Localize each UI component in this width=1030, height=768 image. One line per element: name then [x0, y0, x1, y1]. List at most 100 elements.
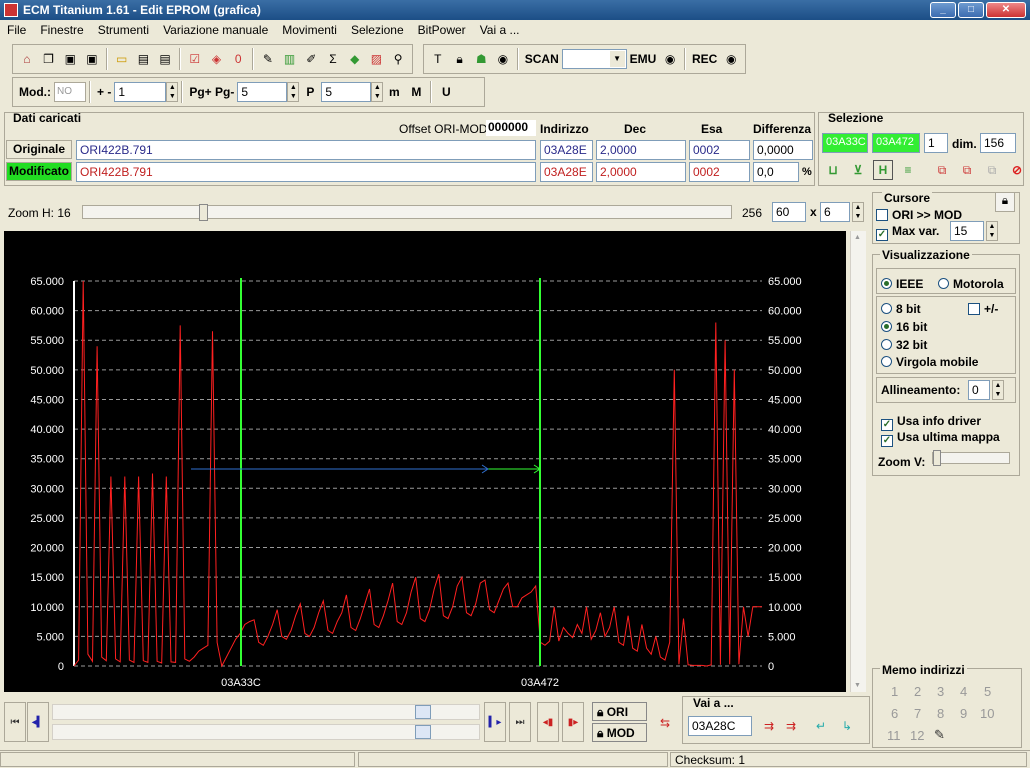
- original-hex[interactable]: 0002: [689, 140, 750, 160]
- maxvar-input[interactable]: 15: [950, 221, 984, 241]
- chart-vertical-scrollbar[interactable]: ▲ ▼: [850, 231, 866, 692]
- float-radio[interactable]: Virgola mobile: [881, 355, 978, 369]
- menu-movimenti[interactable]: Movimenti: [275, 23, 344, 37]
- M-icon[interactable]: M: [406, 82, 426, 102]
- zoom-h-slider[interactable]: [82, 204, 732, 221]
- maxvar-spinner[interactable]: ▲ ▼: [986, 221, 998, 241]
- open-folder-icon[interactable]: ▭: [112, 49, 132, 69]
- memo-slot[interactable]: 12: [910, 728, 924, 743]
- memo-slot[interactable]: 7: [914, 706, 921, 721]
- zoom-h-thumb[interactable]: [199, 204, 208, 221]
- step-spinner[interactable]: ▲ ▼: [166, 82, 179, 102]
- compare-icon[interactable]: ◈: [207, 49, 227, 69]
- swap-icon[interactable]: ⇆: [655, 713, 675, 733]
- menu-strumenti[interactable]: Strumenti: [91, 23, 156, 37]
- save-file-icon[interactable]: ▤: [134, 49, 154, 69]
- scroll-down-icon[interactable]: ▼: [854, 682, 861, 689]
- p-spinner[interactable]: ▲ ▼: [371, 82, 384, 102]
- windows-icon[interactable]: ❐: [39, 49, 59, 69]
- scan-select[interactable]: ▼: [561, 49, 627, 69]
- mod-field[interactable]: NO: [54, 82, 86, 102]
- save-mod-icon[interactable]: ▤: [155, 49, 175, 69]
- step-input[interactable]: 1: [114, 82, 167, 102]
- memo-slot[interactable]: 4: [960, 684, 967, 699]
- zoom-w-input[interactable]: 60: [772, 202, 806, 222]
- m-icon[interactable]: m: [384, 82, 404, 102]
- fine-thumb[interactable]: [415, 725, 431, 739]
- eprom-chart[interactable]: 0 0 5.000 5.000 10.000 10.000 15.000 15.000 20.0…: [4, 231, 846, 692]
- maxvar-checkbox[interactable]: ✓ Max var.: [876, 224, 939, 241]
- goto-mod-icon[interactable]: ⇉: [781, 716, 801, 736]
- text-icon[interactable]: T: [428, 49, 448, 69]
- zoom-v-slider[interactable]: [932, 450, 1010, 466]
- goto-input[interactable]: 03A28C: [688, 716, 752, 736]
- checklist-icon[interactable]: ☑: [185, 49, 205, 69]
- motorola-radio[interactable]: Motorola: [938, 277, 1004, 291]
- position-scrollbar[interactable]: [52, 704, 480, 720]
- menu-variazione-manuale[interactable]: Variazione manuale: [156, 23, 275, 37]
- memo-slot[interactable]: 9: [960, 706, 967, 721]
- search-icon[interactable]: ⚲: [388, 49, 408, 69]
- memo-slot[interactable]: 6: [891, 706, 898, 721]
- memo-slot[interactable]: 11: [887, 728, 901, 743]
- save-icon[interactable]: ▣: [60, 49, 80, 69]
- bit8-radio[interactable]: 8 bit: [881, 302, 921, 316]
- last-button[interactable]: ⏭: [509, 702, 531, 742]
- zoom-v-thumb[interactable]: [933, 450, 941, 466]
- prev-diff-button[interactable]: ◂▮: [537, 702, 559, 742]
- memo-forward-icon[interactable]: ↳: [837, 716, 857, 736]
- p-icon[interactable]: P: [300, 82, 320, 102]
- lastmap-checkbox[interactable]: ✓ Usa ultima mappa: [881, 430, 1000, 447]
- u-icon[interactable]: U: [436, 82, 456, 102]
- chart-svg[interactable]: 0 0 5.000 5.000 10.000 10.000 15.000 15.000 20.0…: [4, 231, 846, 692]
- maximize-button[interactable]: □: [958, 2, 984, 18]
- color-map-icon[interactable]: ◆: [345, 49, 365, 69]
- zero-icon[interactable]: 0: [228, 49, 248, 69]
- dim-input[interactable]: 156: [980, 133, 1016, 153]
- memo-slot[interactable]: 8: [937, 706, 944, 721]
- memo-slot[interactable]: 3: [937, 684, 944, 699]
- modified-file[interactable]: ORI422B.791: [76, 162, 536, 182]
- select-diff-icon[interactable]: ⊻: [848, 160, 868, 180]
- menu-file[interactable]: File: [0, 23, 33, 37]
- menu-selezione[interactable]: Selezione: [344, 23, 411, 37]
- zoom-h-input[interactable]: 6: [820, 202, 850, 222]
- first-button[interactable]: ⏮: [4, 702, 26, 742]
- copy-icon[interactable]: ⧉: [932, 160, 952, 180]
- memo-slot[interactable]: 1: [891, 684, 898, 699]
- copy-mod-icon[interactable]: ⧉: [957, 160, 977, 180]
- graph-icon[interactable]: ▨: [367, 49, 387, 69]
- position-thumb[interactable]: [415, 705, 431, 719]
- modified-dec[interactable]: 2,0000: [596, 162, 686, 182]
- runner-icon[interactable]: ☗: [471, 49, 491, 69]
- menu-finestre[interactable]: Finestre: [33, 23, 90, 37]
- sum-icon[interactable]: Σ: [323, 49, 343, 69]
- selection-start[interactable]: 03A33C: [822, 133, 868, 153]
- emu-dot-icon[interactable]: ◉: [660, 49, 680, 69]
- memo-slot[interactable]: 10: [980, 706, 994, 721]
- memo-back-icon[interactable]: ↵: [811, 716, 831, 736]
- original-file[interactable]: ORI422B.791: [76, 140, 536, 160]
- mod-button[interactable]: 🔒︎ MOD: [592, 723, 647, 742]
- goto-ori-icon[interactable]: ⇉: [759, 716, 779, 736]
- p-input[interactable]: 5: [321, 82, 372, 102]
- select-h-icon[interactable]: H: [873, 160, 893, 180]
- selection-count[interactable]: 1: [924, 133, 948, 153]
- next-diff-button[interactable]: ▮▸: [562, 702, 584, 742]
- zoom-h-spinner[interactable]: ▲ ▼: [852, 202, 864, 222]
- select-e-icon[interactable]: ≡: [898, 160, 918, 180]
- stop-icon[interactable]: ⊘: [1007, 160, 1027, 180]
- modified-diff[interactable]: 0,0: [753, 162, 799, 182]
- save-as-icon[interactable]: ▣: [82, 49, 102, 69]
- ori-button[interactable]: 🔒︎ ORI: [592, 702, 647, 721]
- align-input[interactable]: 0: [968, 380, 990, 400]
- align-spinner[interactable]: ▲ ▼: [992, 380, 1004, 400]
- pg-input[interactable]: 5: [237, 82, 288, 102]
- close-button[interactable]: ✕: [986, 2, 1026, 18]
- original-diff[interactable]: 0,0000: [753, 140, 813, 160]
- lock-cursor-icon[interactable]: 🔒︎: [995, 192, 1015, 212]
- rec-dot-icon[interactable]: ◉: [721, 49, 741, 69]
- select-range-icon[interactable]: ⊔: [823, 160, 843, 180]
- copy-disabled-icon[interactable]: ⧉: [982, 160, 1002, 180]
- lock-icon[interactable]: 🔒︎: [450, 49, 470, 69]
